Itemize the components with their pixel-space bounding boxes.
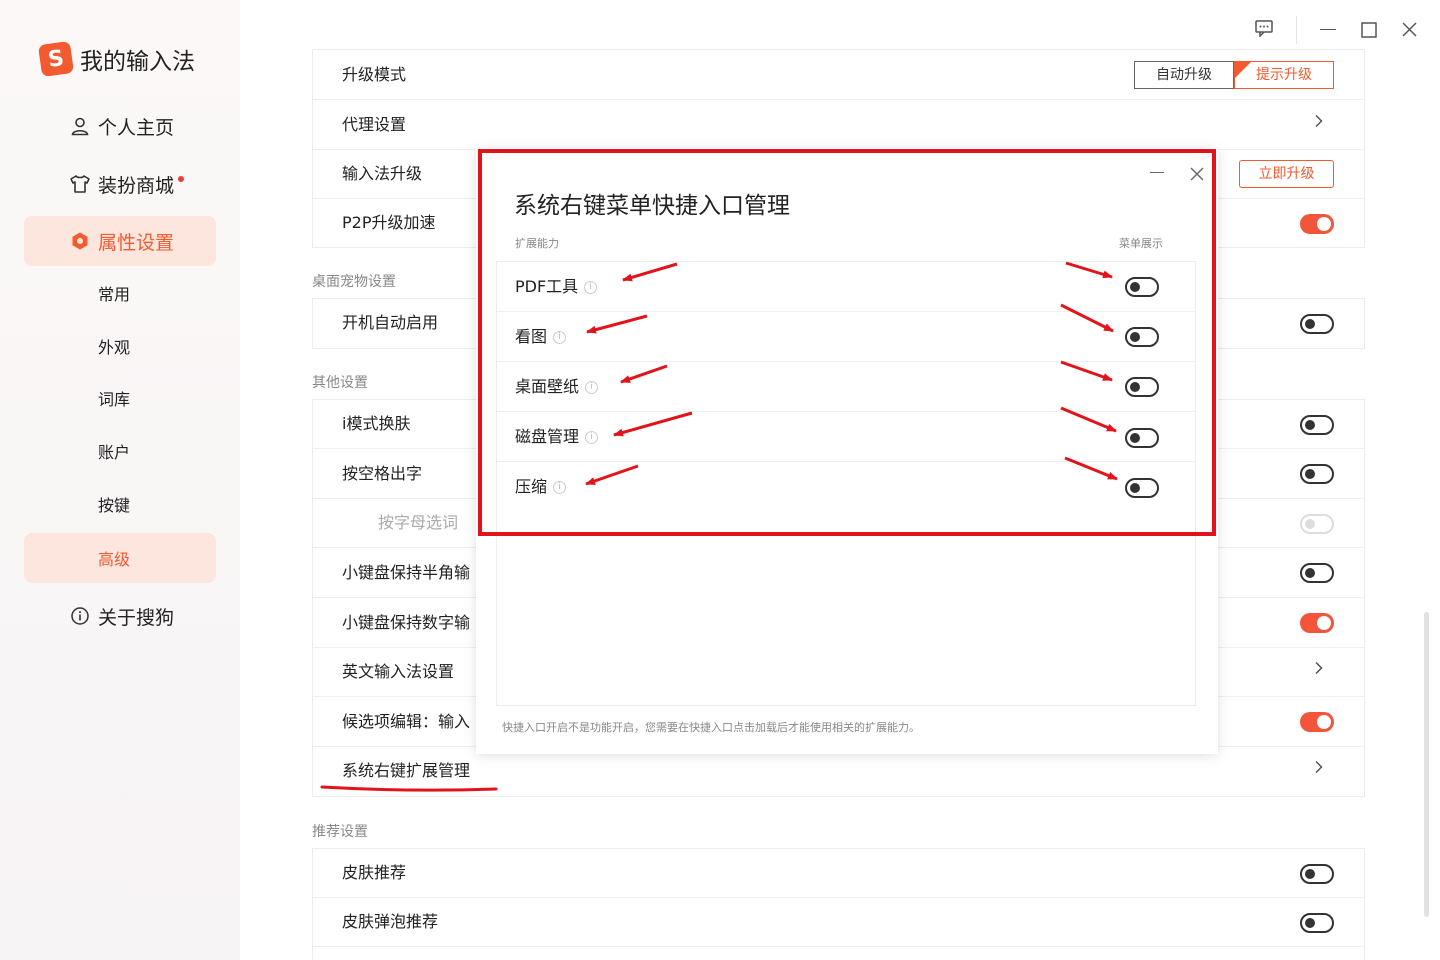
dialog-title: 系统右键菜单快捷入口管理 [514,193,790,219]
shirt-icon [68,174,92,194]
sidebar-item-about[interactable]: 关于搜狗 [24,591,216,641]
other-row-label: 小键盘保持数字输 [342,613,471,632]
letter-select-toggle [1300,514,1334,534]
recommend-row-bubble: 皮肤弹泡推荐 [312,897,1365,947]
divider [1296,16,1297,44]
list-item: 桌面壁纸 i [497,362,1195,412]
dialog-minimize-icon[interactable] [1150,172,1164,173]
extension-name: 磁盘管理 [515,427,580,446]
candidate-edit-toggle[interactable] [1300,712,1334,732]
info-icon[interactable]: i [585,381,599,394]
proxy-settings-label: 代理设置 [342,115,407,134]
recommend-row-label: 皮肤推荐 [342,863,407,882]
proxy-settings-row[interactable]: 代理设置 [312,100,1365,150]
numeric-toggle[interactable] [1300,613,1334,633]
space-output-toggle[interactable] [1300,464,1334,484]
skin-recommend-toggle[interactable] [1300,864,1334,884]
extension-name: PDF工具 [515,277,579,296]
section-title-pet: 桌面宠物设置 [312,274,396,290]
info-icon [68,606,92,626]
upgrade-mode-segment: 自动升级 提示升级 [1134,61,1334,89]
sidebar-subitem-dictionary[interactable]: 词库 [24,373,216,423]
extension-list: PDF工具 i 看图 i 桌面壁纸 i 磁盘管理 i 压缩 i [496,261,1196,706]
other-row-label: 英文输入法设置 [342,662,455,681]
extension-toggle[interactable] [1125,478,1159,498]
sidebar: S 我的输入法 个人主页 装扮商城 属性设置 常用 外观 词库 账户 按键 高级… [0,0,240,960]
auto-upgrade-option[interactable]: 自动升级 [1134,61,1234,89]
ime-upgrade-label: 输入法升级 [342,164,423,183]
sidebar-subitem-appearance[interactable]: 外观 [24,321,216,371]
list-item: 看图 i [497,312,1195,362]
halfwidth-toggle[interactable] [1300,563,1334,583]
context-menu-dialog: 系统右键菜单快捷入口管理 扩展能力 菜单展示 PDF工具 i 看图 i 桌面壁纸 i … [476,148,1218,754]
dialog-note: 快捷入口开启不是功能开启，您需要在快捷入口点击加载后才能使用相关的扩展能力。 [502,721,920,734]
extension-name: 看图 [515,327,548,346]
sidebar-subitem-account[interactable]: 账户 [24,426,216,476]
extension-toggle[interactable] [1125,277,1159,297]
info-icon[interactable]: i [553,481,567,494]
column-header-display: 菜单展示 [1119,237,1163,250]
app-logo: S 我的输入法 [37,40,195,78]
pet-autostart-label: 开机自动启用 [342,313,439,332]
chevron-right-icon [1315,115,1323,127]
pet-autostart-toggle[interactable] [1300,314,1334,334]
sidebar-subitem-advanced[interactable]: 高级 [24,533,216,583]
p2p-upgrade-toggle[interactable] [1300,214,1334,234]
settings-hex-icon [68,231,92,251]
column-header-capability: 扩展能力 [515,237,559,250]
sidebar-subitem-keys[interactable]: 按键 [24,479,216,529]
minimize-icon[interactable] [1320,29,1336,30]
chevron-right-icon [1315,662,1323,674]
info-icon[interactable]: i [585,431,599,444]
list-item: 压缩 i [497,462,1195,512]
section-title-recommend: 推荐设置 [312,824,368,840]
sidebar-item-label: 属性设置 [98,231,175,254]
extension-name: 桌面壁纸 [515,377,580,396]
extension-name: 压缩 [515,477,548,496]
scrollbar[interactable] [1424,612,1429,917]
extension-toggle[interactable] [1125,428,1159,448]
other-row-label: 按字母选词 [378,513,459,532]
annotation-underline [320,785,498,792]
extension-toggle[interactable] [1125,377,1159,397]
upgrade-now-button[interactable]: 立即升级 [1239,160,1334,188]
sidebar-item-store[interactable]: 装扮商城 [24,159,216,209]
sidebar-item-label: 个人主页 [98,116,175,139]
info-icon[interactable]: i [553,331,567,344]
sidebar-item-label: 关于搜狗 [98,606,175,629]
sidebar-item-label: 装扮商城 [98,174,175,197]
notification-dot [178,176,185,182]
p2p-upgrade-label: P2P升级加速 [342,213,436,232]
info-icon[interactable]: i [584,281,598,294]
section-title-other: 其他设置 [312,375,368,391]
close-icon[interactable] [1402,22,1417,41]
sogou-logo-icon: S [37,40,75,78]
recommend-row-label: 皮肤弹泡推荐 [342,912,439,931]
sidebar-item-profile[interactable]: 个人主页 [24,101,216,151]
other-row-label: 候选项编辑：输入 [342,712,471,731]
other-row-label: 小键盘保持半角输 [342,563,471,582]
list-item: PDF工具 i [497,262,1195,312]
other-row-label: i模式换肤 [342,414,411,433]
chevron-right-icon [1315,761,1323,773]
feedback-icon[interactable] [1255,20,1273,41]
skin-bubble-toggle[interactable] [1300,913,1334,933]
imode-skin-toggle[interactable] [1300,415,1334,435]
maximize-icon[interactable] [1361,22,1377,42]
other-row-label: 按空格出字 [342,464,423,483]
recommend-row-skin: 皮肤推荐 [312,848,1365,898]
app-title: 我的输入法 [80,49,195,75]
extension-toggle[interactable] [1125,327,1159,347]
list-item: 磁盘管理 i [497,412,1195,462]
user-icon [68,116,92,136]
upgrade-mode-label: 升级模式 [342,65,407,84]
sidebar-subitem-common[interactable]: 常用 [24,268,216,318]
sidebar-item-settings[interactable]: 属性设置 [24,216,216,266]
dialog-close-icon[interactable] [1189,166,1205,182]
prompt-upgrade-option[interactable]: 提示升级 [1234,61,1334,89]
